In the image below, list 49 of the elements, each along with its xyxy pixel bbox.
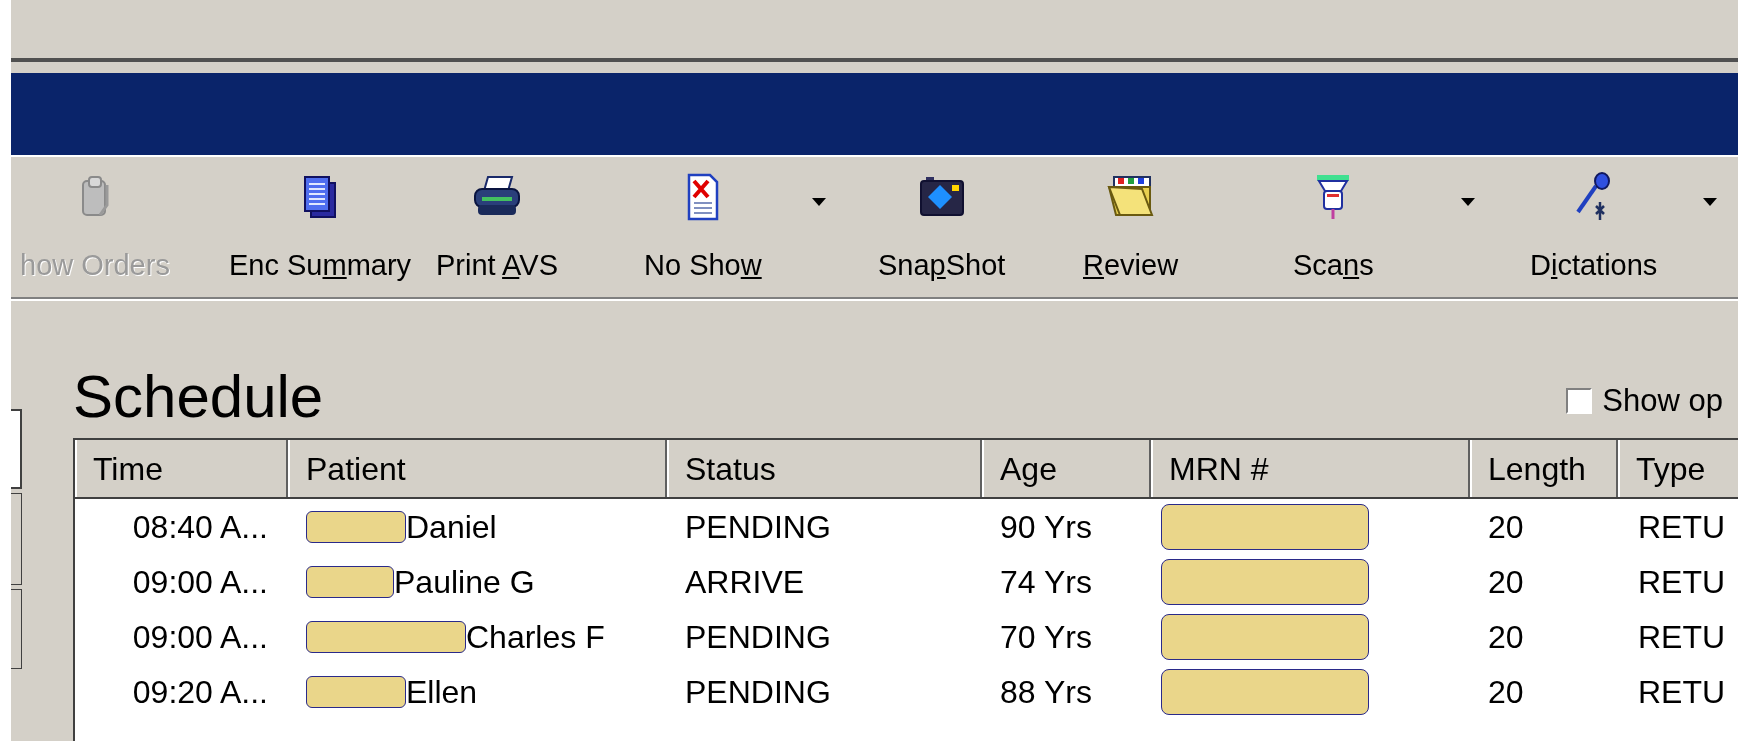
table-cell-text: RETU — [1638, 672, 1726, 712]
table-cell-text: 88 Yrs — [1000, 672, 1092, 712]
table-cell-text: 08:40 A... — [132, 507, 268, 547]
table-cell-text: 70 Yrs — [1000, 617, 1092, 657]
toolbar-button[interactable]: Enc Summary — [225, 167, 416, 287]
table-cell-text: PENDING — [685, 672, 831, 712]
table-cell-text: PENDING — [685, 617, 831, 657]
table-cell-text: 09:20 A... — [132, 672, 268, 712]
table-cell-text: RETU — [1638, 507, 1726, 547]
table-cell-text: 09:00 A... — [132, 562, 268, 602]
document-stack-icon — [302, 175, 339, 219]
table-cell-text: Ellen — [406, 672, 478, 712]
table-cell-text: PENDING — [685, 507, 831, 547]
table-cell-text: Daniel — [406, 507, 497, 547]
dropdown-arrow-icon[interactable] — [811, 197, 827, 207]
table-cell-text: 74 Yrs — [1000, 562, 1092, 602]
column-header[interactable]: Patient — [288, 440, 667, 497]
toolbar-button[interactable]: Scans — [1289, 167, 1378, 287]
table-cell-text: ARRIVE — [685, 562, 805, 602]
toolbar-button[interactable]: Review — [1079, 167, 1183, 287]
table-cell-text: 20 — [1488, 562, 1524, 602]
table-cell-text: Charles F — [466, 617, 605, 657]
clipboard-icon — [79, 175, 110, 219]
column-header[interactable]: Length — [1470, 440, 1618, 497]
table-cell-text: RETU — [1638, 562, 1726, 602]
document-x-icon — [685, 173, 720, 221]
schedule-title: Schedule — [73, 362, 324, 432]
checkbox-label[interactable]: Show op — [1602, 377, 1723, 424]
dropdown-arrow-icon[interactable] — [1460, 197, 1476, 207]
column-header[interactable]: Time — [75, 440, 288, 497]
camera-icon — [917, 175, 966, 219]
table-cell-text: 20 — [1488, 672, 1524, 712]
table-cell-text: 20 — [1488, 507, 1524, 547]
toolbar-button[interactable]: Dictations — [1526, 167, 1662, 287]
checkbox[interactable] — [1566, 387, 1593, 414]
toolbar-button[interactable]: SnapShot — [874, 167, 1010, 287]
table-cell-text: Pauline G — [394, 562, 535, 602]
table-cell-text: RETU — [1638, 617, 1726, 657]
folder-icon — [1105, 175, 1156, 219]
toolbar-button[interactable]: Print AVS — [432, 167, 562, 287]
table-cell-text: 09:00 A... — [132, 617, 268, 657]
column-header[interactable]: Status — [667, 440, 982, 497]
column-header[interactable]: Age — [982, 440, 1151, 497]
table-cell-text: 20 — [1488, 617, 1524, 657]
column-header[interactable]: Type — [1618, 440, 1738, 497]
toolbar-button[interactable]: No Show — [640, 167, 766, 287]
column-header[interactable]: MRN # — [1151, 440, 1470, 497]
dropdown-arrow-icon[interactable] — [1702, 197, 1718, 207]
table-cell-text: 90 Yrs — [1000, 507, 1092, 547]
